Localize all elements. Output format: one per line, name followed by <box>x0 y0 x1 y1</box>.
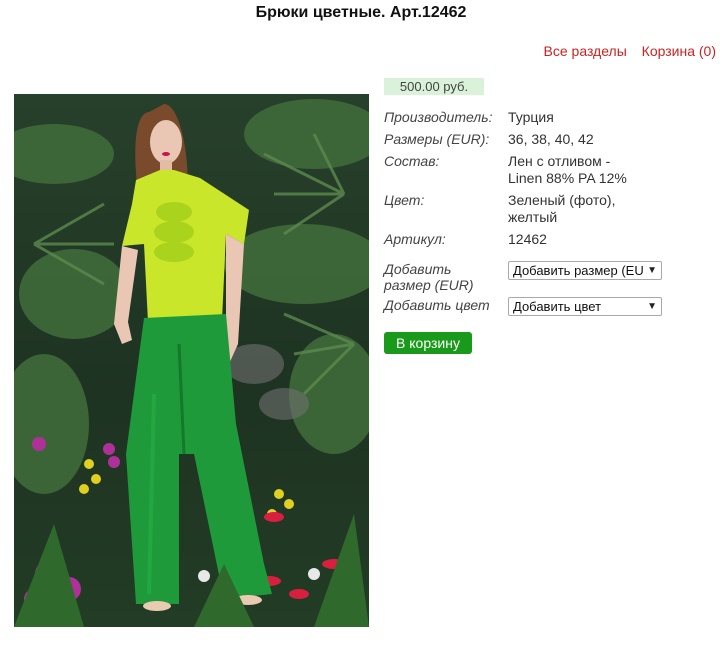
size-select[interactable]: Добавить размер (EUR) ▼ <box>508 261 662 280</box>
property-value: 36, 38, 40, 42 <box>508 131 594 147</box>
page-title: Брюки цветные. Арт.12462 <box>255 4 467 21</box>
cart-link[interactable]: Корзина (0) <box>642 43 716 59</box>
chevron-down-icon: ▼ <box>647 301 657 312</box>
property-label: Состав: <box>384 153 440 169</box>
property-label: Размеры (EUR): <box>384 131 490 147</box>
size-select-value: Добавить размер (EUR) <box>513 263 643 278</box>
all-sections-link[interactable]: Все разделы <box>544 43 627 59</box>
property-label: Цвет: <box>384 192 425 208</box>
product-properties: Производитель: Турция Размеры (EUR): 36,… <box>384 109 708 253</box>
property-value: Лен с отливом - Linen 88% PA 12% <box>508 153 627 186</box>
property-value: Турция <box>508 109 554 125</box>
add-size-row: Добавить размер (EUR) Добавить размер (E… <box>384 261 662 293</box>
product-photo <box>14 94 369 627</box>
color-select[interactable]: Добавить цвет ▼ <box>508 297 662 316</box>
property-row: Цвет: Зеленый (фото), желтый <box>384 192 708 226</box>
property-row: Размеры (EUR): 36, 38, 40, 42 <box>384 131 708 148</box>
property-value: Зеленый (фото), желтый <box>508 192 616 225</box>
color-select-value: Добавить цвет <box>513 299 602 314</box>
price-badge: 500.00 руб. <box>384 78 484 95</box>
property-row: Состав: Лен с отливом - Linen 88% PA 12% <box>384 153 708 187</box>
property-value: 12462 <box>508 231 547 247</box>
property-row: Артикул: 12462 <box>384 231 708 248</box>
property-label: Артикул: <box>384 231 446 247</box>
add-color-row: Добавить цвет Добавить цвет ▼ <box>384 297 662 316</box>
add-color-label: Добавить цвет <box>384 297 490 313</box>
add-size-label: Добавить размер (EUR) <box>384 261 474 293</box>
property-row: Производитель: Турция <box>384 109 708 126</box>
property-label: Производитель: <box>384 109 493 125</box>
chevron-down-icon: ▼ <box>647 265 657 276</box>
top-nav: Все разделы Корзина (0) <box>533 43 716 59</box>
add-to-cart-button[interactable]: В корзину <box>384 332 472 354</box>
